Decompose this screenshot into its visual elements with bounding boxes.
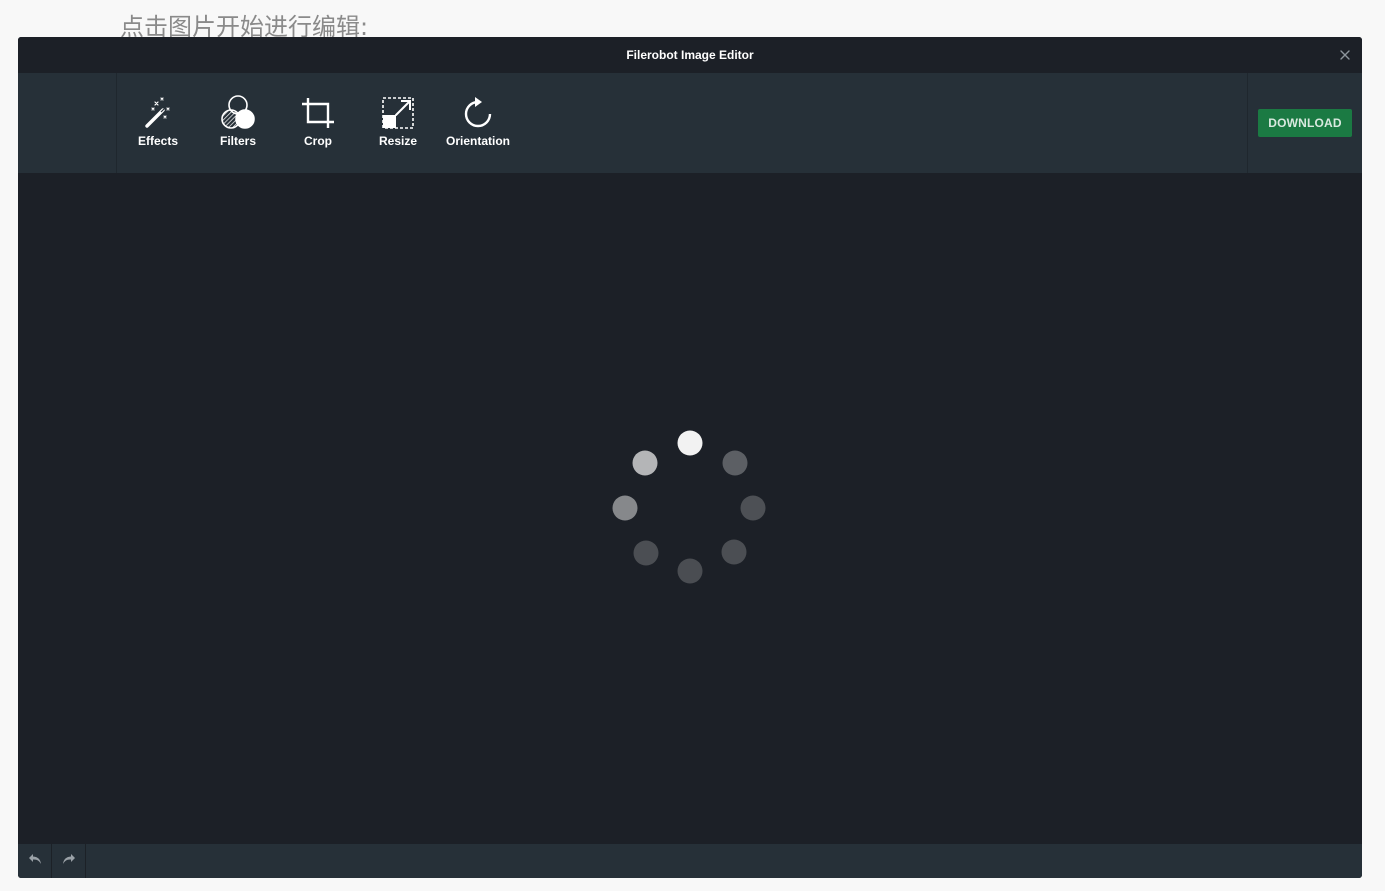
magic-wand-icon	[138, 95, 178, 131]
tool-label: Crop	[304, 134, 332, 148]
tool-filters[interactable]: Filters	[198, 73, 278, 173]
tool-label: Effects	[137, 134, 178, 148]
spinner-dot	[612, 495, 638, 521]
spinner-dot	[740, 495, 766, 521]
rotate-icon	[458, 95, 498, 131]
editor-titlebar: Filerobot Image Editor	[18, 37, 1362, 73]
toolbar-left-panel	[18, 73, 117, 173]
tool-label: Filters	[219, 134, 256, 148]
spinner-dot	[677, 430, 703, 456]
spinner-dot	[677, 558, 703, 584]
resize-icon	[378, 95, 418, 131]
spinner-dot	[633, 540, 659, 566]
download-button[interactable]: DOWNLOAD	[1258, 109, 1352, 137]
spinner-dot	[722, 450, 748, 476]
undo-button[interactable]	[18, 844, 52, 878]
image-canvas[interactable]	[18, 173, 1362, 844]
filters-circles-icon	[218, 95, 258, 131]
editor-title: Filerobot Image Editor	[626, 48, 754, 62]
tool-list: Effects Filters Crop Resize Orientation	[118, 73, 518, 173]
undo-icon	[28, 852, 42, 870]
crop-icon	[298, 95, 338, 131]
tool-effects[interactable]: Effects	[118, 73, 198, 173]
close-icon[interactable]	[1338, 48, 1352, 62]
editor-footer	[18, 844, 1362, 878]
spinner-dot	[721, 539, 747, 565]
editor-toolbar: Effects Filters Crop Resize Orientation …	[18, 73, 1362, 173]
tool-label: Resize	[378, 134, 418, 148]
loading-spinner	[612, 430, 766, 584]
spinner-dot	[632, 450, 658, 476]
tool-resize[interactable]: Resize	[358, 73, 438, 173]
redo-button[interactable]	[52, 844, 86, 878]
tool-crop[interactable]: Crop	[278, 73, 358, 173]
image-editor: Filerobot Image Editor Effects Filters C…	[18, 37, 1362, 878]
toolbar-right-panel: DOWNLOAD	[1247, 73, 1362, 173]
redo-icon	[62, 852, 76, 870]
tool-orientation[interactable]: Orientation	[438, 73, 518, 173]
tool-label: Orientation	[445, 134, 510, 148]
